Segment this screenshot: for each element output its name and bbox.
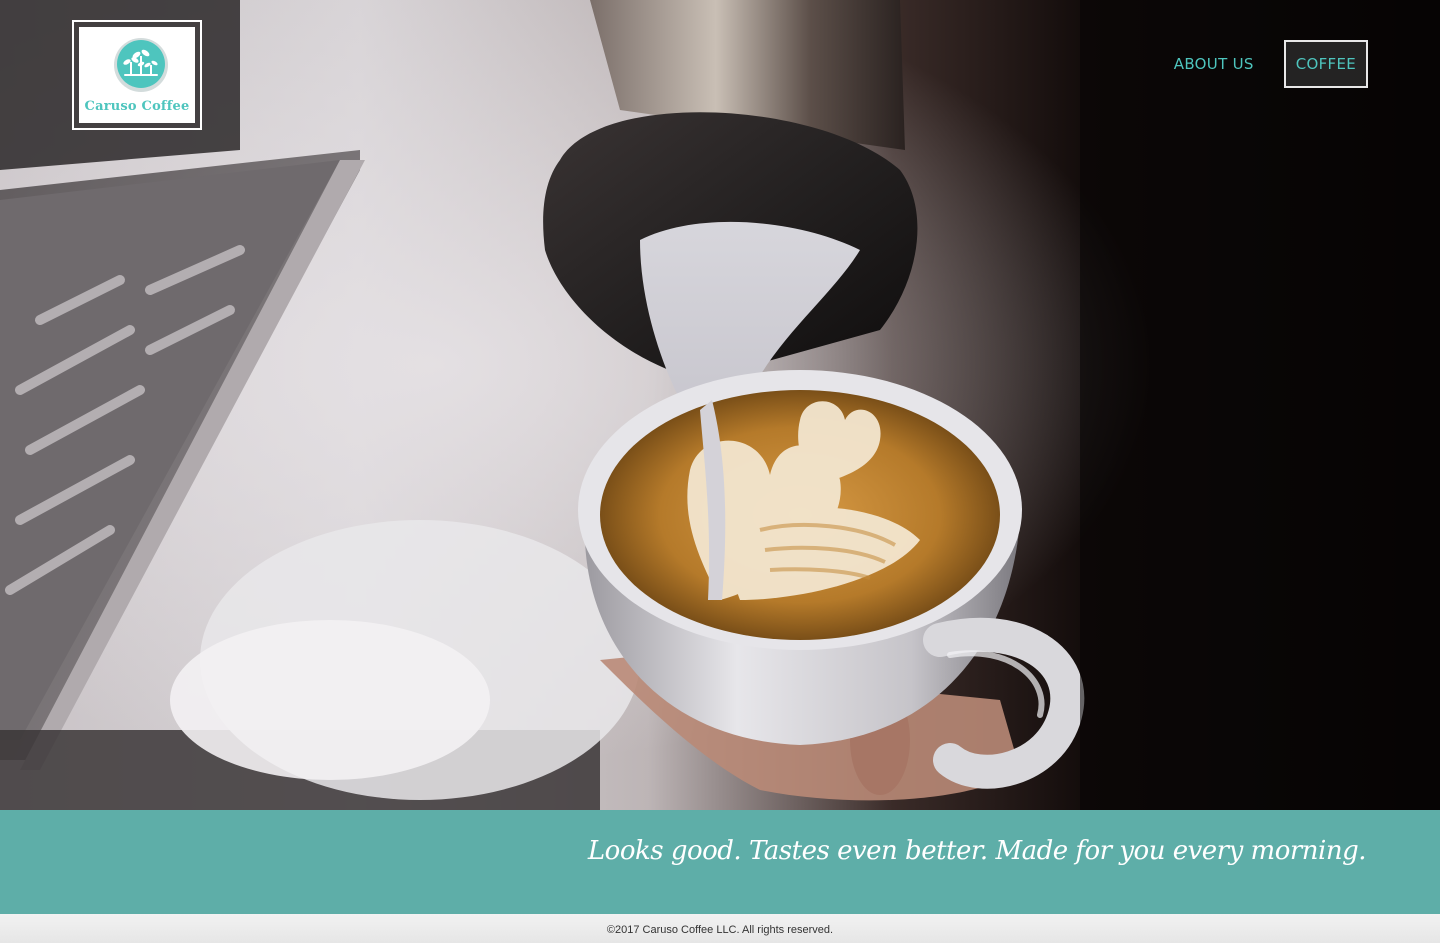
- logo-badge: [114, 38, 168, 92]
- logo-link[interactable]: Caruso Coffee: [72, 20, 202, 130]
- footer: ©2017 Caruso Coffee LLC. All rights rese…: [0, 914, 1440, 943]
- sprouting-plants-icon: [117, 40, 165, 88]
- tagline-band: Looks good. Tastes even better. Made for…: [0, 810, 1440, 914]
- hero-image: [0, 0, 1440, 810]
- tagline: Looks good. Tastes even better. Made for…: [587, 836, 1367, 866]
- nav-coffee[interactable]: COFFEE: [1283, 40, 1368, 88]
- main-nav: ABOUT US COFFEE: [1174, 40, 1368, 88]
- copyright-text: ©2017 Caruso Coffee LLC. All rights rese…: [606, 924, 834, 936]
- page: Caruso Coffee ABOUT US COFFEE Looks good…: [0, 0, 1440, 943]
- latte-art-pour-photo: [0, 0, 1440, 810]
- logo: Caruso Coffee: [79, 27, 195, 123]
- logo-text: Caruso Coffee: [84, 99, 190, 114]
- nav-about-us[interactable]: ABOUT US: [1174, 55, 1254, 73]
